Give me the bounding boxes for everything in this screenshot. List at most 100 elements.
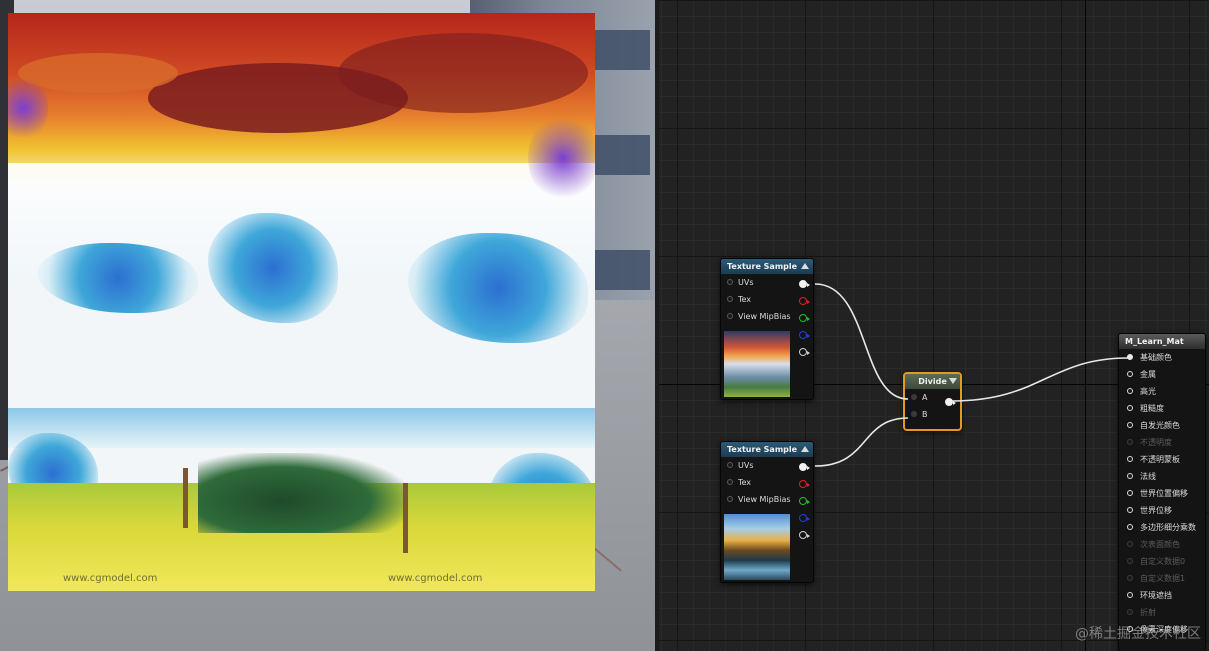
pin-label: UVs [738,461,754,470]
material-graph-canvas[interactable]: Texture Sample UVs Tex View MipBias Text… [659,0,1209,651]
material-input-row[interactable]: 金属 [1119,366,1205,383]
material-input-row[interactable]: 基础颜色 [1119,349,1205,366]
output-pin-rgb-icon[interactable] [799,280,810,288]
collapse-arrow-icon[interactable] [801,446,809,452]
node-title: Divide [918,377,947,386]
preview-fence-post [183,468,188,528]
input-pin-icon[interactable] [1127,354,1133,360]
pin-label: Tex [738,295,752,304]
input-pin-icon[interactable] [1127,575,1133,581]
pin-label: 金属 [1140,370,1156,379]
pin-label: 世界位移 [1140,506,1172,515]
pin-label: 基础颜色 [1140,353,1172,362]
pin-label: 法线 [1140,472,1156,481]
material-input-row[interactable]: 不透明蒙板 [1119,451,1205,468]
preview-blue-trees [38,243,198,313]
input-pin-icon[interactable] [1127,473,1133,479]
input-pin-icon[interactable] [1127,507,1133,513]
pin-label: B [922,410,928,419]
pin-label: 不透明蒙板 [1140,455,1180,464]
pin-label: 次表面颜色 [1140,540,1180,549]
input-pin-icon[interactable] [1127,422,1133,428]
texture-sample-node-1[interactable]: Texture Sample UVs Tex View MipBias [720,258,814,400]
output-pin-icon[interactable] [945,398,956,406]
output-pin-b-icon[interactable] [799,514,810,522]
pin-label: 自定义数据0 [1140,557,1186,566]
preview-blue-trees [208,213,338,323]
input-pin-icon[interactable] [1127,609,1133,615]
material-result-node[interactable]: M_Learn_Mat 基础颜色金属高光粗糙度自发光颜色不透明度不透明蒙板法线世… [1118,333,1206,651]
node-title: Texture Sample [727,445,798,454]
preview-viewport[interactable]: www.cgmodel.com www.cgmodel.com [0,0,655,651]
output-pin-b-icon[interactable] [799,331,810,339]
input-pin-icon[interactable] [911,411,917,417]
preview-fence-post [403,483,408,553]
preview-watermark: www.cgmodel.com [388,573,483,584]
input-pin-icon[interactable] [1127,490,1133,496]
material-input-row[interactable]: 自发光颜色 [1119,417,1205,434]
material-input-row[interactable]: 次表面颜色 [1119,536,1205,553]
building-window [595,250,650,290]
divide-node[interactable]: Divide A B [903,372,962,431]
material-input-row[interactable]: 自定义数据0 [1119,553,1205,570]
node-header[interactable]: Divide [905,374,960,389]
input-pin-icon[interactable] [911,394,917,400]
input-pin-icon[interactable] [1127,388,1133,394]
material-preview-plane: www.cgmodel.com www.cgmodel.com [8,13,595,591]
input-pin-icon[interactable] [1127,439,1133,445]
texture-thumbnail [724,331,790,397]
input-pin-icon[interactable] [1127,558,1133,564]
preview-cloud [338,33,588,113]
input-pin-icon[interactable] [727,479,733,485]
texture-thumbnail [724,514,790,580]
output-pin-r-icon[interactable] [799,297,810,305]
building-window [595,30,650,70]
material-input-list: 基础颜色金属高光粗糙度自发光颜色不透明度不透明蒙板法线世界位置偏移世界位移多边形… [1119,349,1205,638]
input-pin-icon[interactable] [1127,592,1133,598]
input-pin-icon[interactable] [727,496,733,502]
node-header[interactable]: M_Learn_Mat [1119,334,1205,349]
material-input-row[interactable]: 多边形细分乘数 [1119,519,1205,536]
output-pin-rgb-icon[interactable] [799,463,810,471]
material-input-row[interactable]: 世界位置偏移 [1119,485,1205,502]
material-input-row[interactable]: 自定义数据1 [1119,570,1205,587]
input-pin-icon[interactable] [727,313,733,319]
collapse-arrow-icon[interactable] [949,378,957,384]
input-pin-icon[interactable] [1127,405,1133,411]
pin-label: 不透明度 [1140,438,1172,447]
input-pin-icon[interactable] [1127,371,1133,377]
pin-label: UVs [738,278,754,287]
material-input-row[interactable]: 粗糙度 [1119,400,1205,417]
input-pin-icon[interactable] [727,279,733,285]
node-header[interactable]: Texture Sample [721,259,813,274]
output-pin-a-icon[interactable] [799,348,810,356]
node-title: Texture Sample [727,262,798,271]
input-pin-icon[interactable] [1127,456,1133,462]
pin-label: 折射 [1140,608,1156,617]
input-pin-icon[interactable] [1127,541,1133,547]
texture-sample-node-2[interactable]: Texture Sample UVs Tex View MipBias [720,441,814,583]
preview-watermark: www.cgmodel.com [63,573,158,584]
node-title: M_Learn_Mat [1125,337,1184,346]
input-pin-icon[interactable] [727,296,733,302]
input-pin-row[interactable]: B [905,406,960,423]
material-input-row[interactable]: 法线 [1119,468,1205,485]
node-header[interactable]: Texture Sample [721,442,813,457]
input-pin-icon[interactable] [727,462,733,468]
material-input-row[interactable]: 高光 [1119,383,1205,400]
input-pin-icon[interactable] [1127,524,1133,530]
pin-label: 自发光颜色 [1140,421,1180,430]
output-pin-r-icon[interactable] [799,480,810,488]
corner-watermark: @稀土掘金技术社区 [1075,626,1201,642]
material-input-row[interactable]: 不透明度 [1119,434,1205,451]
building-window [595,135,650,175]
material-input-row[interactable]: 折射 [1119,604,1205,621]
output-pin-g-icon[interactable] [799,497,810,505]
pin-label: 高光 [1140,387,1156,396]
collapse-arrow-icon[interactable] [801,263,809,269]
output-pin-g-icon[interactable] [799,314,810,322]
material-input-row[interactable]: 环境遮挡 [1119,587,1205,604]
output-pin-a-icon[interactable] [799,531,810,539]
pin-label: 粗糙度 [1140,404,1164,413]
material-input-row[interactable]: 世界位移 [1119,502,1205,519]
